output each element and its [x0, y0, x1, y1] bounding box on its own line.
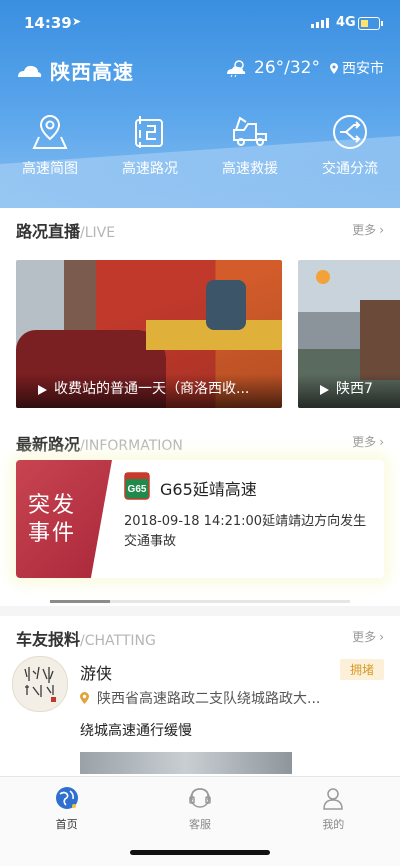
- chatting-section-title: 车友报料/CHATTING: [16, 630, 156, 649]
- video-card[interactable]: 收费站的普通一天（商洛西收...: [16, 260, 282, 408]
- globe-icon: [55, 787, 78, 809]
- shortcut-bar: 高速简图 高速路况 高速救援 交通分流: [0, 112, 400, 178]
- shortcut-label: 高速救援: [222, 161, 278, 177]
- map-pin-icon: [32, 114, 68, 149]
- location-pin-icon: [80, 692, 89, 704]
- person-icon: [323, 788, 344, 810]
- road-icon: [135, 116, 163, 148]
- video-card[interactable]: 陕西7: [298, 260, 400, 408]
- tab-label: 我的: [322, 818, 345, 831]
- temperature: 26°/32°: [254, 58, 320, 78]
- app-title: 陕西高速: [50, 60, 134, 84]
- diversion-icon: [333, 115, 367, 149]
- status-time: 14:39: [24, 14, 72, 32]
- video-caption: 陕西7: [298, 374, 400, 408]
- cloud-icon: [18, 65, 42, 77]
- post-username: 游侠: [80, 664, 113, 683]
- carousel-scrollbar-thumb[interactable]: [50, 600, 110, 603]
- home-indicator: [130, 850, 270, 855]
- chevron-right-icon: ›: [379, 223, 384, 237]
- post-image[interactable]: [80, 752, 292, 774]
- header: 14:39 ➤ 4G 陕西高速 26°/32° 西安市 高速简图 高速路况 高速…: [0, 0, 400, 208]
- chatting-more-link[interactable]: 更多 ›: [352, 628, 384, 645]
- city-name: 西安市: [342, 61, 384, 77]
- incident-description: 2018-09-18 14:21:00延靖靖边方向发生交通事故: [124, 514, 367, 549]
- incident-road-name: G65延靖高速: [160, 480, 257, 499]
- signal-icon: [311, 18, 329, 28]
- shortcut-label: 交通分流: [322, 161, 378, 177]
- information-section-title: 最新路况/INFORMATION: [16, 435, 183, 454]
- svg-text:G65: G65: [128, 484, 147, 495]
- incident-badge: 突发 事件: [16, 460, 112, 578]
- tab-label: 客服: [188, 818, 211, 831]
- post-location: 陕西省高速路政二支队绕城路政大...: [80, 688, 320, 708]
- tab-profile[interactable]: 我的: [267, 777, 400, 866]
- status-badge: 拥堵: [339, 659, 384, 680]
- tow-truck-icon: [233, 116, 267, 146]
- headset-icon: [189, 788, 211, 808]
- shortcut-diversion[interactable]: 交通分流: [300, 112, 400, 178]
- tab-label: 首页: [55, 818, 78, 831]
- live-section-title: 路况直播/LIVE: [16, 222, 116, 241]
- shortcut-road-conditions[interactable]: 高速路况: [100, 112, 200, 178]
- shortcut-label: 高速简图: [22, 161, 78, 177]
- shortcut-highway-map[interactable]: 高速简图: [0, 112, 100, 178]
- battery-icon: [358, 17, 383, 30]
- tab-home[interactable]: 首页: [0, 777, 133, 866]
- status-bar: 14:39 ➤ 4G: [0, 12, 400, 36]
- chevron-right-icon: ›: [379, 435, 384, 449]
- network-type: 4G: [336, 15, 356, 30]
- shortcut-rescue[interactable]: 高速救援: [200, 112, 300, 178]
- avatar[interactable]: [12, 656, 68, 712]
- shortcut-label: 高速路况: [122, 161, 178, 177]
- weather-widget[interactable]: 26°/32° 西安市: [224, 58, 384, 78]
- calligraphy-avatar-image: [24, 666, 56, 702]
- location-pin-icon: [330, 62, 338, 74]
- video-caption: 收费站的普通一天（商洛西收...: [16, 374, 282, 408]
- incident-card[interactable]: 突发 事件 G65 G65延靖高速 2018-09-18 14:21:00延靖靖…: [16, 460, 384, 578]
- chevron-right-icon: ›: [379, 630, 384, 644]
- carousel-scrollbar[interactable]: [50, 600, 350, 603]
- app-brand: 陕西高速: [16, 56, 134, 85]
- post-text: 绕城高速通行缓慢: [80, 723, 192, 739]
- live-more-link[interactable]: 更多 ›: [352, 221, 384, 238]
- play-icon: [38, 385, 47, 395]
- weather-cloud-sun-icon: [227, 60, 246, 77]
- information-more-link[interactable]: 更多 ›: [352, 433, 384, 450]
- play-icon: [320, 385, 329, 395]
- highway-shield-icon: G65: [124, 472, 150, 500]
- location-arrow-icon: ➤: [72, 15, 82, 28]
